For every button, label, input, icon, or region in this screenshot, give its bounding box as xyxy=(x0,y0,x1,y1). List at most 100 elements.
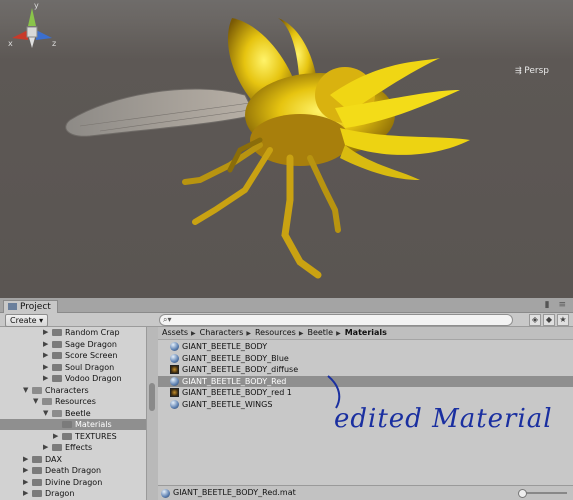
scene-view[interactable]: y x z ⇶ Persp xyxy=(0,0,573,298)
tree-item[interactable]: ▶ Effects xyxy=(0,442,146,453)
folder-icon xyxy=(52,444,62,451)
collapse-arrow-icon[interactable]: ▼ xyxy=(23,385,28,396)
tree-item-label: Materials xyxy=(75,420,112,429)
breadcrumb: Assets ▶ Characters ▶ Resources ▶ Beetle ▶ Mater… xyxy=(158,327,573,340)
search-icon: ⌕▾ xyxy=(163,315,172,324)
breadcrumb-separator-icon: ▶ xyxy=(246,330,251,337)
project-tab-bar: Project ▮ ≡ xyxy=(0,298,573,313)
folder-icon xyxy=(8,303,17,310)
expand-arrow-icon[interactable]: ▶ xyxy=(23,454,28,465)
folder-icon xyxy=(52,340,62,348)
asset-item[interactable]: GIANT_BEETLE_BODY_Red xyxy=(158,375,573,387)
project-window: Project ▮ ≡ Create ▾ ⌕▾ ◈ ◆ ★ ▶ Random Crap… xyxy=(0,298,573,500)
folder-icon xyxy=(32,490,42,497)
search-input[interactable]: ⌕▾ xyxy=(159,314,513,326)
annotation-text: edited Material xyxy=(334,404,553,434)
expand-arrow-icon[interactable]: ▶ xyxy=(23,477,28,488)
breadcrumb-item[interactable]: Beetle xyxy=(307,328,333,337)
tree-item[interactable]: ▶ TEXTURES xyxy=(0,431,146,442)
tree-item[interactable]: ▶ Dragon xyxy=(0,488,146,499)
tree-item[interactable]: ▶ Death Dragon xyxy=(0,465,146,476)
breadcrumb-item[interactable]: Materials xyxy=(345,328,387,337)
asset-item[interactable]: GIANT_BEETLE_BODY_red 1 xyxy=(167,387,417,398)
favorite-star-icon[interactable]: ★ xyxy=(557,314,569,326)
tree-item[interactable]: ▶ Divine Dragon xyxy=(0,477,146,488)
tree-item[interactable]: ▶ Random Crap xyxy=(0,327,146,338)
scene-gizmo[interactable]: y x z xyxy=(0,0,64,64)
tab-project[interactable]: Project xyxy=(3,300,58,313)
tree-item-label: Beetle xyxy=(65,408,91,418)
status-bar: GIANT_BEETLE_BODY_Red.mat xyxy=(158,485,573,500)
create-button[interactable]: Create ▾ xyxy=(5,314,49,327)
asset-item-label: GIANT_BEETLE_WINGS xyxy=(182,399,273,409)
material-icon xyxy=(161,489,170,498)
collapse-arrow-icon[interactable]: ▼ xyxy=(43,408,48,419)
tree-item[interactable]: ▼ Beetle xyxy=(0,408,146,419)
tree-item-label: Vodoo Dragon xyxy=(65,374,122,383)
folder-icon xyxy=(32,386,42,394)
texture-icon xyxy=(170,388,179,397)
expand-arrow-icon[interactable]: ▶ xyxy=(43,373,48,384)
filter-type-icon[interactable]: ◈ xyxy=(529,314,541,326)
expand-arrow-icon[interactable]: ▶ xyxy=(23,488,28,499)
breadcrumb-item[interactable]: Assets xyxy=(162,328,188,337)
tab-menu-icon[interactable]: ▮ ≡ xyxy=(545,300,569,310)
tree-item-label: Dragon xyxy=(45,489,75,498)
breadcrumb-separator-icon: ▶ xyxy=(298,330,304,337)
expand-arrow-icon[interactable]: ▶ xyxy=(23,465,28,476)
tree-item[interactable]: ▶ Score Screen xyxy=(0,350,146,361)
zoom-slider-knob[interactable] xyxy=(518,489,527,498)
tree-item-label: Characters xyxy=(45,385,89,395)
filter-label-icon[interactable]: ◆ xyxy=(543,314,555,326)
asset-item[interactable]: GIANT_BEETLE_BODY_Blue xyxy=(167,353,417,364)
tree-item-label: Effects xyxy=(65,443,93,452)
material-icon xyxy=(170,353,179,363)
asset-item[interactable]: GIANT_BEETLE_BODY_diffuse xyxy=(167,364,417,375)
expand-arrow-icon[interactable]: ▶ xyxy=(53,431,58,442)
asset-item-label: GIANT_BEETLE_BODY xyxy=(182,342,268,351)
tree-item-label: Divine Dragon xyxy=(45,477,103,487)
gizmo-y-label: y xyxy=(34,1,39,10)
expand-arrow-icon[interactable]: ▶ xyxy=(43,362,48,373)
tree-item-label: Random Crap xyxy=(65,328,120,337)
tree-item-label: DAX xyxy=(45,454,62,464)
tree-item[interactable]: ▶ Soul Dragon xyxy=(0,362,146,373)
scrollbar-thumb[interactable] xyxy=(149,383,155,411)
breadcrumb-item[interactable]: Characters xyxy=(200,328,244,337)
material-icon xyxy=(170,399,179,409)
tree-item-label: Death Dragon xyxy=(45,466,102,475)
expand-arrow-icon[interactable]: ▶ xyxy=(43,350,48,361)
tree-item-label: TEXTURES xyxy=(75,431,117,441)
tree-item[interactable]: ▼ Characters xyxy=(0,385,146,396)
expand-arrow-icon[interactable]: ▶ xyxy=(43,327,48,338)
tree-item[interactable]: ▼ Resources xyxy=(0,396,146,407)
tree-item[interactable]: Materials xyxy=(0,419,146,430)
tree-item[interactable]: ▶ Sage Dragon xyxy=(0,339,146,350)
folder-icon xyxy=(62,421,72,428)
folder-icon xyxy=(32,455,42,463)
breadcrumb-separator-icon: ▶ xyxy=(336,330,341,337)
asset-item[interactable]: GIANT_BEETLE_BODY xyxy=(167,341,417,352)
zoom-slider[interactable] xyxy=(518,489,567,498)
breadcrumb-item[interactable]: Resources xyxy=(255,328,296,337)
expand-arrow-icon[interactable]: ▶ xyxy=(43,339,48,350)
gizmo-z-label: z xyxy=(52,39,56,48)
tree-scrollbar[interactable] xyxy=(146,327,158,500)
projection-label[interactable]: ⇶ Persp xyxy=(515,66,549,76)
tree-item[interactable]: ▶ Vodoo Dragon xyxy=(0,373,146,384)
tree-item[interactable]: ▶ DAX xyxy=(0,454,146,465)
selected-file-path: GIANT_BEETLE_BODY_Red.mat xyxy=(173,488,296,497)
asset-item-label: GIANT_BEETLE_BODY_Blue xyxy=(182,353,289,363)
folder-tree[interactable]: ▶ Random Crap ▶ Sage Dragon ▶ Score Screen ▶ So… xyxy=(0,327,146,500)
project-toolbar: Create ▾ ⌕▾ ◈ ◆ ★ xyxy=(0,313,573,327)
folder-icon xyxy=(32,467,42,474)
collapse-arrow-icon[interactable]: ▼ xyxy=(33,396,38,407)
tree-item-label: Resources xyxy=(55,397,96,406)
expand-arrow-icon[interactable]: ▶ xyxy=(43,442,48,453)
folder-icon xyxy=(52,409,62,417)
beetle-model xyxy=(65,18,470,279)
tree-item-label: Soul Dragon xyxy=(65,362,115,372)
tree-item-label: Score Screen xyxy=(65,351,118,360)
folder-icon xyxy=(32,478,42,486)
folder-icon xyxy=(62,432,72,440)
